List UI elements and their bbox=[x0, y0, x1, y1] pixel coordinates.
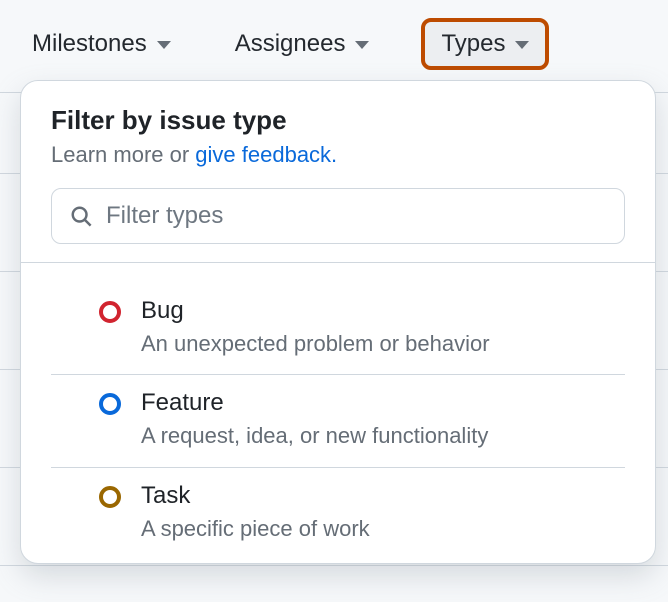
type-description: A specific piece of work bbox=[141, 515, 370, 544]
type-text: Feature A request, idea, or new function… bbox=[141, 389, 488, 450]
issue-type-option-task[interactable]: Task A specific piece of work bbox=[51, 468, 625, 551]
search-icon bbox=[70, 205, 92, 227]
issue-type-option-feature[interactable]: Feature A request, idea, or new function… bbox=[51, 375, 625, 467]
issue-type-option-bug[interactable]: Bug An unexpected problem or behavior bbox=[51, 283, 625, 375]
filter-types-input[interactable] bbox=[104, 201, 606, 231]
search-box[interactable] bbox=[51, 188, 625, 244]
type-text: Bug An unexpected problem or behavior bbox=[141, 297, 490, 358]
give-feedback-link[interactable]: give feedback. bbox=[195, 142, 337, 167]
type-description: An unexpected problem or behavior bbox=[141, 330, 490, 359]
filter-tab-types[interactable]: Types bbox=[421, 18, 549, 70]
filter-tab-label: Assignees bbox=[235, 30, 346, 58]
filter-tab-milestones[interactable]: Milestones bbox=[20, 24, 183, 64]
filter-tab-label: Milestones bbox=[32, 30, 147, 58]
filter-tab-label: Types bbox=[441, 30, 505, 58]
filter-tab-assignees[interactable]: Assignees bbox=[223, 24, 382, 64]
types-filter-panel: Filter by issue type Learn more or give … bbox=[20, 80, 656, 564]
panel-subtitle: Learn more or give feedback. bbox=[51, 142, 625, 168]
type-description: A request, idea, or new functionality bbox=[141, 422, 488, 451]
issue-type-list: Bug An unexpected problem or behavior Fe… bbox=[21, 263, 655, 563]
chevron-down-icon bbox=[355, 41, 369, 49]
panel-subtitle-text: Learn more or bbox=[51, 142, 195, 167]
type-color-ring-icon bbox=[99, 393, 121, 415]
search-section bbox=[21, 174, 655, 263]
chevron-down-icon bbox=[515, 41, 529, 49]
type-name: Feature bbox=[141, 389, 488, 418]
type-name: Task bbox=[141, 482, 370, 511]
type-color-ring-icon bbox=[99, 301, 121, 323]
type-name: Bug bbox=[141, 297, 490, 326]
chevron-down-icon bbox=[157, 41, 171, 49]
panel-header: Filter by issue type Learn more or give … bbox=[21, 81, 655, 174]
type-text: Task A specific piece of work bbox=[141, 482, 370, 543]
type-color-ring-icon bbox=[99, 486, 121, 508]
panel-title: Filter by issue type bbox=[51, 105, 625, 136]
